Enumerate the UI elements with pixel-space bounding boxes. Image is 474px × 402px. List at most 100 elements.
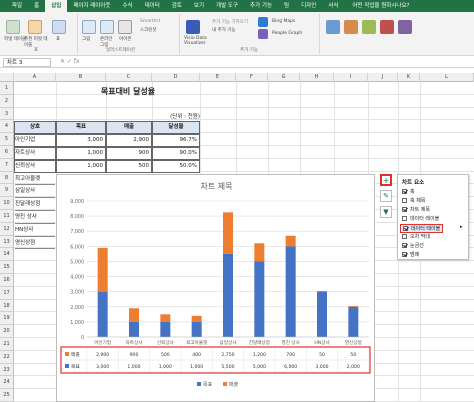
pivot-chart-icon[interactable] <box>398 20 412 34</box>
ribbon-tab[interactable]: 팀 <box>278 0 295 12</box>
recommended-pivot-icon[interactable] <box>28 20 42 34</box>
table-header-cell[interactable]: 매출 <box>106 121 152 135</box>
chart-element-option[interactable]: 데이터 레이블 <box>402 215 439 222</box>
name-cell[interactable]: HN상사 <box>15 224 55 237</box>
ribbon-tab[interactable]: 서식 <box>322 0 344 12</box>
column-header[interactable]: D <box>152 73 200 82</box>
table-cell[interactable]: 900 <box>106 147 152 160</box>
column-header[interactable]: G <box>268 73 300 82</box>
smartart-button[interactable]: SmartArt <box>140 19 160 24</box>
column-header[interactable]: L <box>420 73 474 82</box>
table-cell[interactable]: 1,000 <box>56 159 106 173</box>
chart-element-option[interactable]: 차트 제목 <box>402 206 430 213</box>
chart-styles-brush-icon[interactable]: ✎ <box>380 190 392 202</box>
get-addins-button[interactable]: 추가 기능 가져오기 <box>212 19 248 25</box>
row-header[interactable]: 8 <box>0 171 14 185</box>
row-header[interactable]: 3 <box>0 107 14 121</box>
row-header[interactable]: 24 <box>0 376 14 390</box>
column-header[interactable]: B <box>56 73 106 82</box>
table-icon[interactable] <box>52 20 66 34</box>
column-header[interactable]: H <box>300 73 334 82</box>
column-header[interactable]: C <box>106 73 152 82</box>
chart-pie-icon[interactable] <box>362 20 376 34</box>
ribbon-tab[interactable]: 보기 <box>188 0 210 12</box>
checkbox[interactable] <box>402 207 407 212</box>
table-cell[interactable]: 90.0% <box>152 147 200 160</box>
chart-plot[interactable]: 0 1,000 2,000 3,000 4,000 5,000 6,000 7,000 8,00… <box>57 175 374 401</box>
ribbon-tab[interactable]: 데이터 <box>139 0 166 12</box>
ribbon-tab[interactable]: 수식 <box>116 0 138 12</box>
table-header-cell[interactable]: 상호 <box>14 121 56 135</box>
row-header[interactable]: 21 <box>0 338 14 351</box>
chart-column-icon[interactable] <box>326 20 340 34</box>
checkbox[interactable] <box>402 189 407 194</box>
chart-line-icon[interactable] <box>344 20 358 34</box>
column-header[interactable]: I <box>334 73 368 82</box>
row-header[interactable]: 20 <box>0 325 14 338</box>
row-header[interactable]: 18 <box>0 299 14 313</box>
chart-filter-icon[interactable]: ▼ <box>380 206 392 218</box>
icons-icon[interactable] <box>118 20 132 34</box>
row-header[interactable]: 19 <box>0 312 14 326</box>
chart-element-option[interactable]: 축 제목 <box>402 197 425 204</box>
row-header[interactable]: 25 <box>0 389 14 402</box>
bing-maps-icon[interactable] <box>258 17 268 27</box>
ribbon-tab[interactable]: 추가 기능 <box>244 0 278 12</box>
table-cell[interactable]: 96.7% <box>152 134 200 147</box>
chart-elements-plus-icon[interactable]: + <box>380 174 392 186</box>
row-header[interactable]: 2 <box>0 94 14 108</box>
table-cell[interactable]: 1,000 <box>56 147 106 160</box>
checkbox[interactable] <box>402 252 407 257</box>
ribbon-tab[interactable]: 홈 <box>28 0 45 12</box>
table-cell[interactable]: 신뢰상사 <box>14 159 56 173</box>
visio-icon[interactable] <box>186 20 200 34</box>
table-cell[interactable]: 아인기업 <box>14 134 56 147</box>
ribbon-tab[interactable]: 개발 도구 <box>210 0 244 12</box>
row-header[interactable]: 23 <box>0 363 14 377</box>
ribbon-tab[interactable]: 삽입 <box>45 0 68 12</box>
row-header[interactable]: 14 <box>0 248 14 262</box>
my-addins-button[interactable]: 내 추가 기능 <box>212 27 236 33</box>
name-cell[interactable]: 영신상점 <box>15 237 55 250</box>
row-header[interactable]: 6 <box>0 146 14 159</box>
ribbon-tab[interactable]: 파일 <box>6 0 28 12</box>
name-box[interactable]: 차트 3 <box>3 58 51 67</box>
checkbox[interactable] <box>402 234 407 239</box>
people-graph-icon[interactable] <box>258 29 268 39</box>
column-header[interactable]: F <box>236 73 268 82</box>
chart-element-option[interactable]: 데이터 테이블 <box>400 224 444 233</box>
checkbox[interactable] <box>403 226 408 231</box>
row-header[interactable]: 7 <box>0 158 14 172</box>
picture-icon[interactable] <box>82 20 96 34</box>
column-header[interactable]: E <box>200 73 236 82</box>
name-cell[interactable]: 삼일상사 <box>15 185 55 199</box>
row-header[interactable]: 16 <box>0 274 14 287</box>
select-all-corner[interactable] <box>0 73 14 82</box>
row-header[interactable]: 11 <box>0 210 14 223</box>
row-header[interactable]: 13 <box>0 235 14 249</box>
row-header[interactable]: 9 <box>0 184 14 198</box>
row-header[interactable]: 17 <box>0 286 14 300</box>
ribbon-tab[interactable]: 디자인 <box>295 0 322 12</box>
table-cell[interactable]: 500 <box>106 159 152 173</box>
row-header[interactable]: 5 <box>0 133 14 146</box>
pivot-table-icon[interactable] <box>6 20 20 34</box>
row-header[interactable]: 22 <box>0 350 14 364</box>
ribbon-tab[interactable]: 페이지 레이아웃 <box>67 0 116 12</box>
column-header[interactable]: J <box>368 73 398 82</box>
table-cell[interactable]: 2,900 <box>106 134 152 147</box>
row-header[interactable]: 4 <box>0 120 14 134</box>
sheet-title[interactable]: 목표대비 달성율 <box>14 86 242 98</box>
ribbon-tab[interactable]: 검토 <box>166 0 188 12</box>
name-cell[interactable]: 영진 상사 <box>15 211 55 224</box>
table-header-cell[interactable]: 목표 <box>56 121 106 135</box>
row-header[interactable]: 1 <box>0 82 14 95</box>
checkbox[interactable] <box>402 216 407 221</box>
table-cell[interactable]: 3,000 <box>56 134 106 147</box>
screenshot-button[interactable]: 스크린샷 <box>140 27 157 33</box>
submenu-arrow-icon[interactable]: ▸ <box>460 224 463 230</box>
row-header[interactable]: 12 <box>0 222 14 236</box>
chart-element-option[interactable]: 축 <box>402 188 415 195</box>
column-header[interactable]: K <box>398 73 420 82</box>
row-header[interactable]: 15 <box>0 261 14 274</box>
